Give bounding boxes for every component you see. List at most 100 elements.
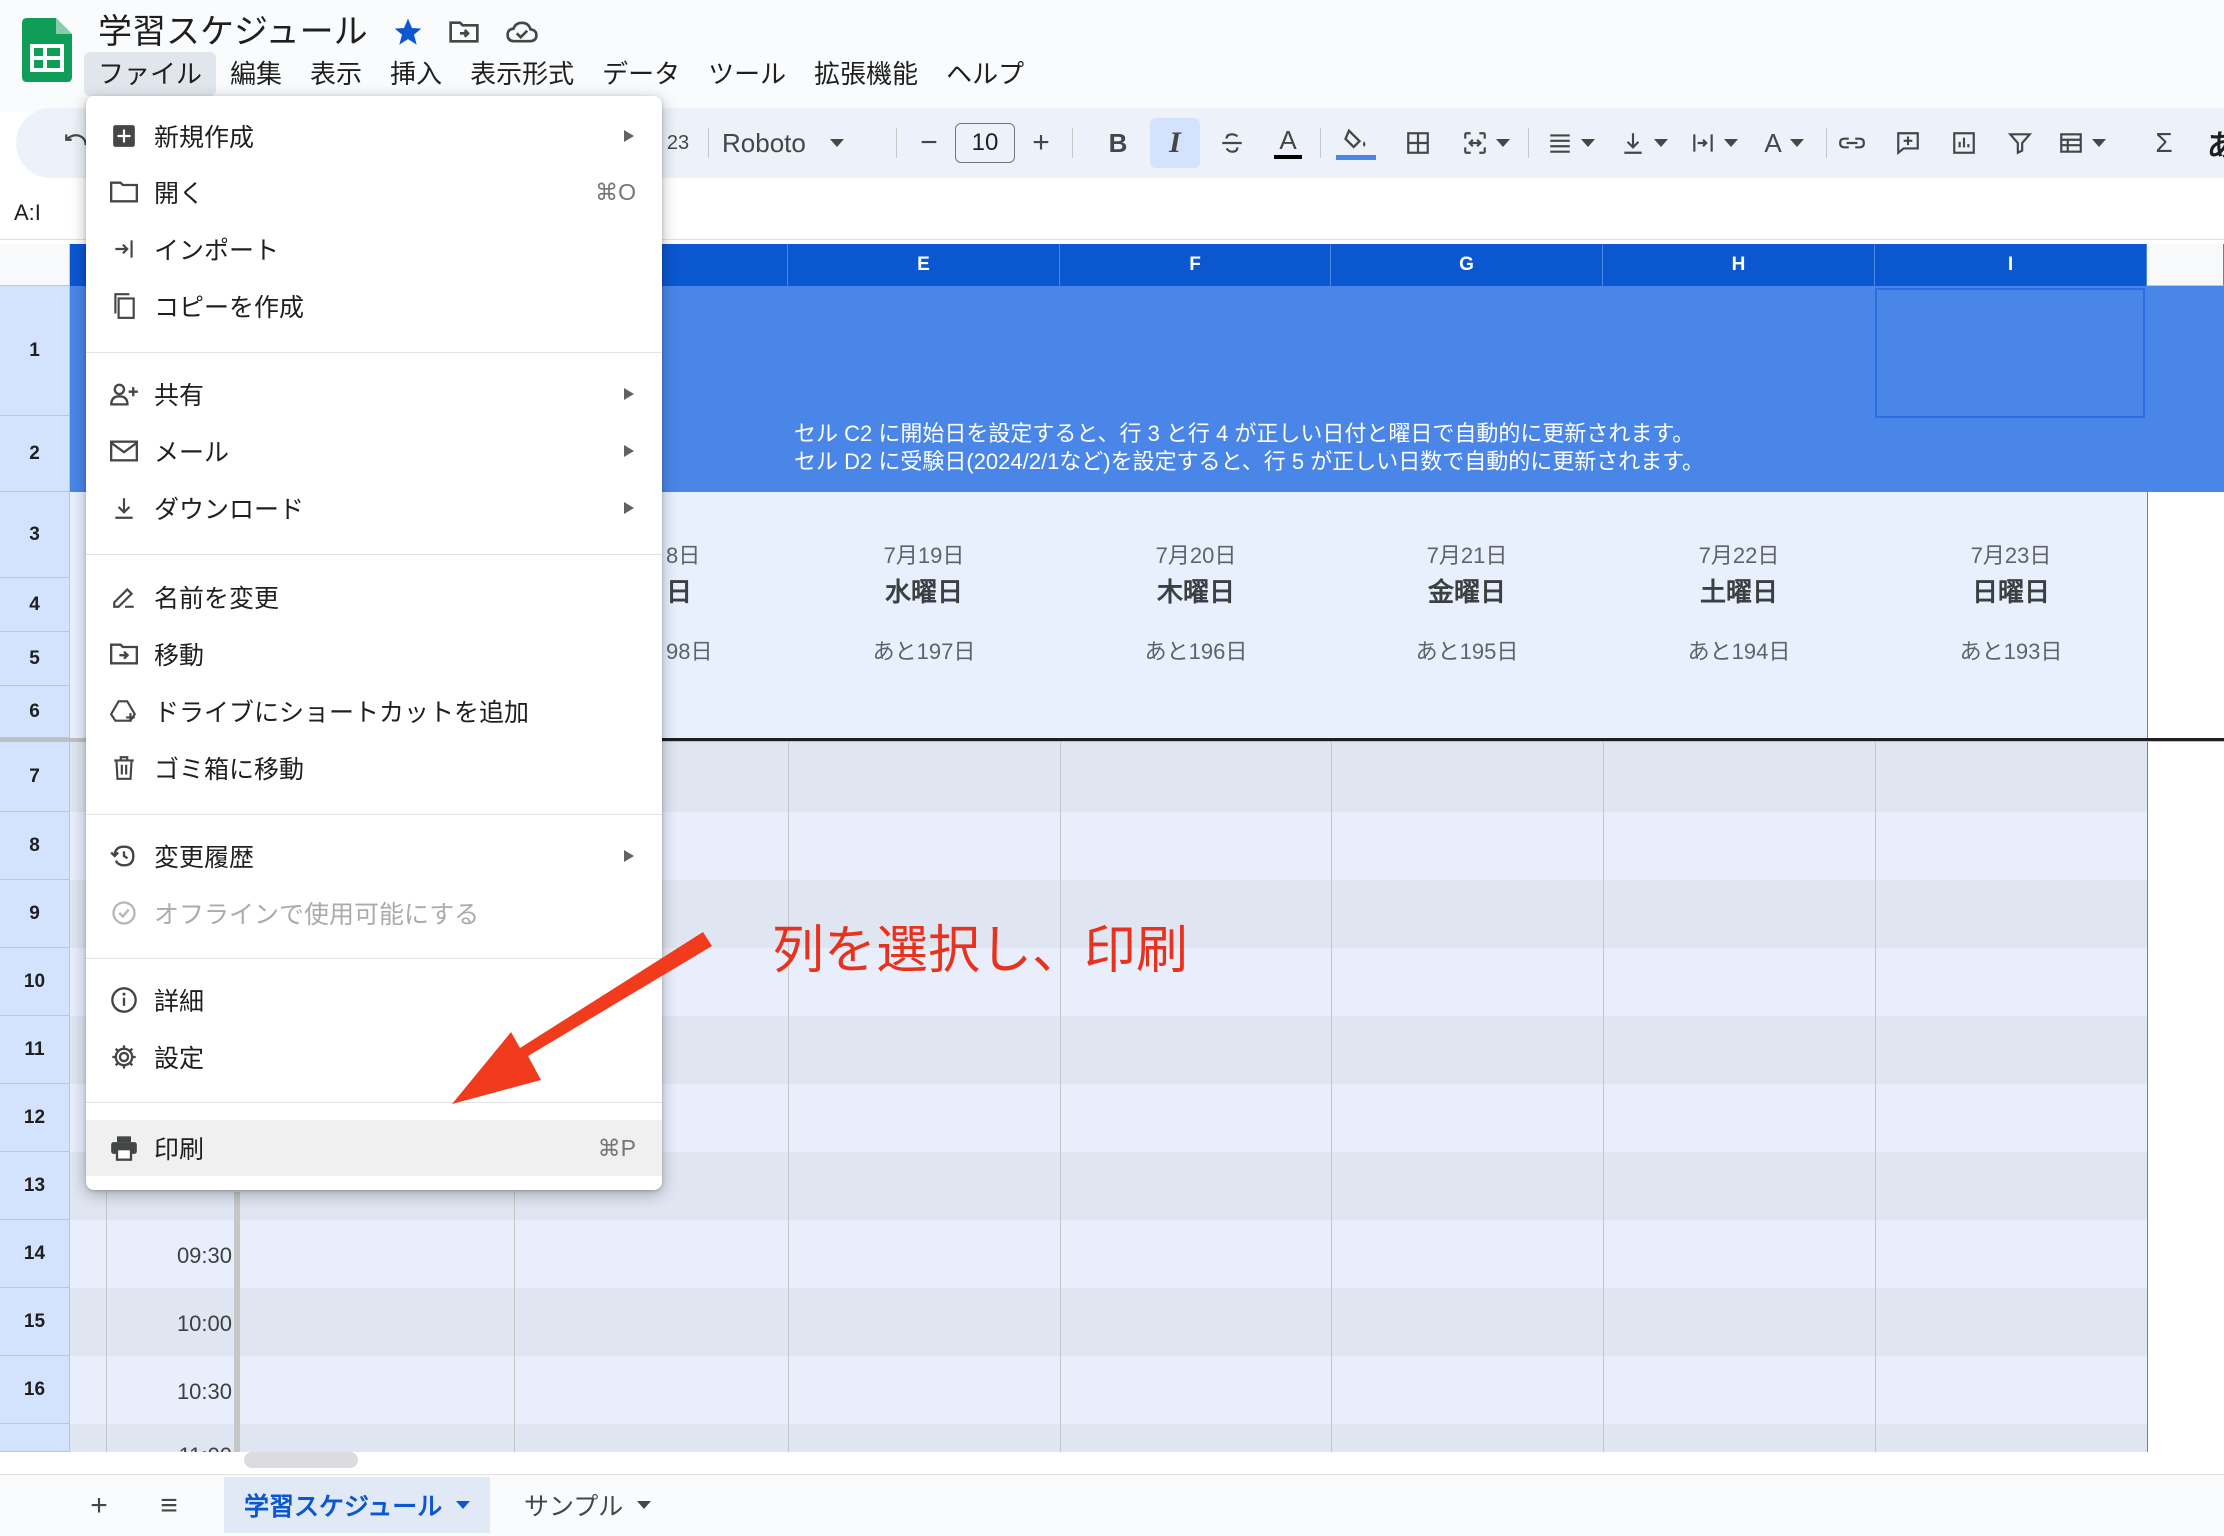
text-rotation-button[interactable]: A [1754, 108, 1814, 178]
menu-help[interactable]: ヘルプ [932, 52, 1038, 96]
row-header-10[interactable]: 10 [0, 948, 70, 1016]
date-column-f[interactable]: 7月20日 木曜日 あと196日 [1060, 492, 1332, 738]
filter-views-icon[interactable] [2052, 108, 2112, 178]
menu-file[interactable]: ファイル [84, 52, 217, 96]
increase-font-size-button[interactable]: + [1024, 108, 1058, 178]
row-header-2[interactable]: 2 [0, 416, 70, 492]
column-header-i[interactable]: I [1875, 244, 2147, 286]
table-row[interactable] [70, 1424, 2148, 1452]
cloud-saved-icon[interactable] [500, 10, 544, 54]
row-header-7[interactable]: 7 [0, 742, 70, 812]
time-cell[interactable]: 09:30 [70, 1243, 236, 1269]
column-header-f[interactable]: F [1060, 244, 1331, 286]
row-header-6[interactable]: 6 [0, 686, 70, 738]
row-header-8[interactable]: 8 [0, 812, 70, 880]
horizontal-scrollbar[interactable] [244, 1452, 358, 1468]
date-column-d[interactable]: 8日 日 98日 [660, 492, 790, 738]
menu-tools[interactable]: ツール [694, 52, 800, 96]
sheets-logo-icon[interactable] [22, 18, 72, 82]
more-formats-button[interactable]: 23 [658, 108, 698, 178]
row-header-12[interactable]: 12 [0, 1084, 70, 1152]
time-cell[interactable]: 10:30 [70, 1379, 236, 1405]
star-icon[interactable] [386, 10, 430, 54]
menu-insert[interactable]: 挿入 [376, 52, 456, 96]
menu-format[interactable]: 表示形式 [456, 52, 588, 96]
time-cell[interactable]: 10:00 [70, 1311, 236, 1337]
document-title[interactable]: 学習スケジュール [98, 4, 368, 53]
menu-item-add-shortcut[interactable]: ドライブにショートカットを追加 [86, 683, 662, 739]
row-header-1[interactable]: 1 [0, 286, 70, 416]
vertical-align-icon[interactable] [1614, 108, 1674, 178]
menu-item-make-copy[interactable]: コピーを作成 [86, 278, 662, 334]
menu-item-trash[interactable]: ゴミ箱に移動 [86, 740, 662, 796]
borders-icon[interactable] [1398, 108, 1438, 178]
table-row[interactable] [70, 1288, 2148, 1356]
name-box[interactable]: A:I [14, 200, 41, 226]
date-column-e[interactable]: 7月19日 水曜日 あと197日 [788, 492, 1060, 738]
text-color-button[interactable]: A [1268, 108, 1308, 178]
text-wrapping-icon[interactable] [1684, 108, 1744, 178]
sheet-tab-schedule[interactable]: 学習スケジュール [224, 1477, 491, 1533]
horizontal-align-icon[interactable] [1538, 108, 1604, 178]
menu-item-version-history[interactable]: 変更履歴 [86, 828, 662, 884]
column-header-j[interactable] [2147, 244, 2224, 286]
menu-item-new[interactable]: 新規作成 [86, 108, 662, 164]
menu-extensions[interactable]: 拡張機能 [800, 52, 932, 96]
column-header-h[interactable]: H [1603, 244, 1875, 286]
font-size-field[interactable]: 10 [954, 108, 1016, 178]
menu-item-open[interactable]: 開く ⌘O [86, 164, 662, 220]
font-select[interactable]: Roboto [722, 108, 872, 178]
column-header-g[interactable]: G [1331, 244, 1603, 286]
row-header-14[interactable]: 14 [0, 1220, 70, 1288]
strikethrough-icon[interactable] [1212, 108, 1252, 178]
fill-color-icon[interactable] [1334, 108, 1378, 178]
select-all-corner[interactable] [0, 244, 70, 286]
row-header-5[interactable]: 5 [0, 632, 70, 686]
menu-item-download[interactable]: ダウンロード [86, 480, 662, 536]
row-header-15[interactable]: 15 [0, 1288, 70, 1356]
table-row[interactable] [70, 1220, 2148, 1288]
date-column-h[interactable]: 7月22日 土曜日 あと194日 [1603, 492, 1875, 738]
date-label: 7月20日 [1155, 543, 1237, 568]
date-column-i[interactable]: 7月23日 日曜日 あと193日 [1875, 492, 2147, 738]
menu-separator [86, 958, 662, 959]
all-sheets-button[interactable]: ≡ [146, 1483, 192, 1529]
menu-item-share[interactable]: 共有 [86, 366, 662, 422]
menu-item-move[interactable]: 移動 [86, 626, 662, 682]
insert-link-icon[interactable] [1832, 108, 1872, 178]
row-header-16[interactable]: 16 [0, 1356, 70, 1424]
menu-item-settings[interactable]: 設定 [86, 1029, 662, 1085]
menu-view[interactable]: 表示 [296, 52, 376, 96]
menu-item-details[interactable]: 詳細 [86, 972, 662, 1028]
add-sheet-button[interactable]: + [76, 1483, 122, 1529]
sheet-tab-sample[interactable]: サンプル [504, 1477, 671, 1533]
menu-item-print[interactable]: 印刷 ⌘P [86, 1120, 662, 1176]
row-header-11[interactable]: 11 [0, 1016, 70, 1084]
insert-comment-icon[interactable] [1888, 108, 1928, 178]
row-header-3[interactable]: 3 [0, 492, 70, 578]
menu-item-rename[interactable]: 名前を変更 [86, 569, 662, 625]
bold-button[interactable]: B [1098, 108, 1138, 178]
menu-data[interactable]: データ [588, 52, 694, 96]
row-header-17[interactable] [0, 1424, 70, 1452]
italic-button[interactable]: I [1150, 118, 1200, 168]
row-header-13[interactable]: 13 [0, 1152, 70, 1220]
menu-edit[interactable]: 編集 [216, 52, 296, 96]
insert-chart-icon[interactable] [1944, 108, 1984, 178]
move-folder-icon[interactable] [442, 10, 486, 54]
input-tools-button[interactable]: あ [2202, 108, 2224, 178]
menu-item-import[interactable]: インポート [86, 221, 662, 277]
table-row[interactable] [70, 1356, 2148, 1424]
row-header-9[interactable]: 9 [0, 880, 70, 948]
row-header-4[interactable]: 4 [0, 578, 70, 632]
merge-cells-icon[interactable] [1456, 108, 1516, 178]
column-header-e[interactable]: E [788, 244, 1060, 286]
functions-button[interactable]: Σ [2144, 108, 2184, 178]
date-column-g[interactable]: 7月21日 金曜日 あと195日 [1331, 492, 1603, 738]
chevron-down-icon[interactable] [637, 1501, 652, 1509]
decrease-font-size-button[interactable]: − [912, 108, 946, 178]
chevron-down-icon[interactable] [456, 1501, 471, 1509]
menu-item-email[interactable]: メール [86, 423, 662, 479]
filter-icon[interactable] [2000, 108, 2040, 178]
time-cell[interactable]: 11:00 [70, 1443, 236, 1452]
